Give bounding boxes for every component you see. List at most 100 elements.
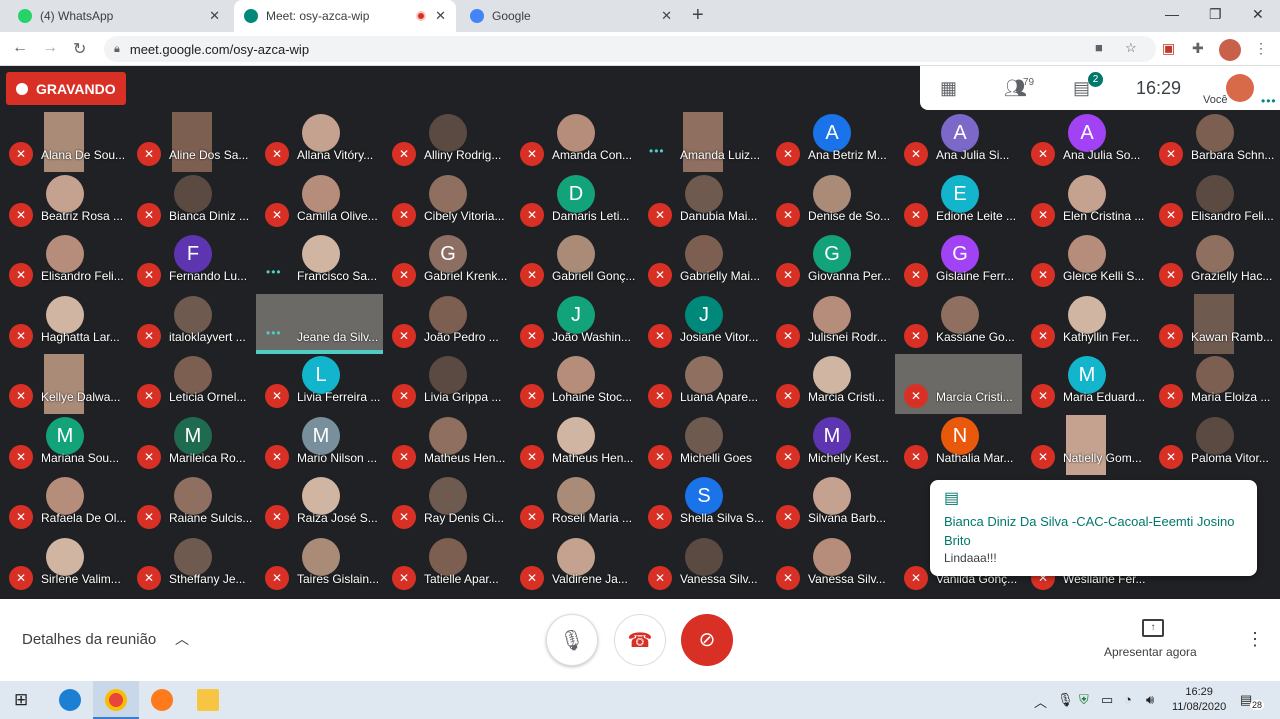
participant-tile[interactable]: ✕ Luana Apare... [639, 354, 766, 414]
participant-tile[interactable]: ✕ Allana Vitóry... [256, 112, 383, 172]
participant-tile[interactable]: M ✕ Mario Nilson ... [256, 415, 383, 475]
windows-start-icon[interactable]: ⊞ [14, 690, 28, 710]
close-tab-icon[interactable]: ✕ [661, 8, 672, 24]
tray-wifi-icon[interactable]: ◔ [1124, 692, 1132, 707]
minimize-button[interactable]: — [1165, 6, 1179, 22]
participant-tile[interactable]: ✕ Sirlene Valim... [0, 536, 127, 596]
participant-tile[interactable]: ✕ Taires Gislain... [256, 536, 383, 596]
address-bar[interactable]: 🔒︎ meet.google.com/osy-azca-wip [104, 36, 1156, 62]
participant-tile[interactable]: ✕ Vanessa Silv... [767, 536, 894, 596]
participant-tile[interactable]: ✕ Denise de So... [767, 173, 894, 233]
participant-tile[interactable]: ✕ Bianca Diniz ... [128, 173, 255, 233]
participant-tile[interactable]: ✕ Kassiane Go... [895, 294, 1022, 354]
participant-tile[interactable]: ••• Francisco Sa... [256, 233, 383, 293]
participant-tile[interactable]: G ✕ Giovanna Per... [767, 233, 894, 293]
participant-tile[interactable]: ✕ Matheus Hen... [511, 415, 638, 475]
extensions-icon[interactable]: ✚ [1192, 40, 1204, 57]
participant-tile[interactable]: ✕ Beatriz Rosa ... [0, 173, 127, 233]
close-window-button[interactable]: ✕ [1252, 6, 1264, 23]
participant-tile[interactable]: F ✕ Fernando Lu... [128, 233, 255, 293]
participant-tile[interactable]: M ✕ Michelly Kest... [767, 415, 894, 475]
tab-google[interactable]: Google ✕ [460, 0, 682, 32]
participant-tile[interactable]: ✕ Julisnei Rodr... [767, 294, 894, 354]
participant-tile[interactable]: ✕ Raiane Sulcis... [128, 475, 255, 535]
participant-tile[interactable]: ✕ Barbara Schn... [1150, 112, 1277, 172]
tray-volume-icon[interactable]: 🔊︎ [1146, 692, 1154, 708]
participant-tile[interactable]: ✕ Marcia Cristi... [895, 354, 1022, 414]
participant-tile[interactable]: A ✕ Ana Julia So... [1022, 112, 1149, 172]
participant-tile[interactable]: ✕ Stheffany Je... [128, 536, 255, 596]
new-tab-button[interactable]: + [692, 4, 704, 27]
participant-tile[interactable]: ✕ Kawan Ramb... [1150, 294, 1277, 354]
participant-tile[interactable]: L ✕ Livia Ferreira ... [256, 354, 383, 414]
participant-tile[interactable]: ✕ Grazielly Hac... [1150, 233, 1277, 293]
present-screen-icon[interactable]: ↑ [1142, 619, 1164, 637]
more-options-icon[interactable]: ⋮ [1246, 629, 1264, 650]
participant-tile[interactable]: ✕ Cibely Vitoria... [383, 173, 510, 233]
tab-meet[interactable]: Meet: osy-azca-wip ✕ [234, 0, 456, 32]
grid-layout-icon[interactable]: ▦ [940, 78, 957, 99]
participant-tile[interactable]: ✕ Kellye Dalwa... [0, 354, 127, 414]
tray-chevron-icon[interactable]: ︿ [1034, 692, 1047, 711]
maximize-button[interactable]: ❐ [1209, 6, 1222, 23]
participant-tile[interactable]: ✕ Maria Eloiza ... [1150, 354, 1277, 414]
participant-tile[interactable]: ✕ Aline Dos Sa... [128, 112, 255, 172]
participant-tile[interactable]: D ✕ Damaris Leti... [511, 173, 638, 233]
tray-mic-icon[interactable]: 🎙︎ [1057, 692, 1074, 708]
participant-tile[interactable]: ✕ Valdirene Ja... [511, 536, 638, 596]
participant-tile[interactable]: ✕ Ray Denis Ci... [383, 475, 510, 535]
chat-notification[interactable]: ▤ Bianca Diniz Da Silva -CAC-Cacoal-Eeem… [930, 480, 1257, 576]
participant-tile[interactable]: G ✕ Gabriel Krenk... [383, 233, 510, 293]
participant-tile[interactable]: N ✕ Nathalia Mar... [895, 415, 1022, 475]
participant-tile[interactable]: ✕ Roseli Maria ... [511, 475, 638, 535]
present-now-label[interactable]: Apresentar agora [1104, 645, 1197, 659]
participant-tile[interactable]: ✕ Amanda Con... [511, 112, 638, 172]
participant-tile[interactable]: ••• Amanda Luiz... [639, 112, 766, 172]
participant-tile[interactable]: ✕ Kathyllin Fer... [1022, 294, 1149, 354]
participant-tile[interactable]: A ✕ Ana Julia Si... [895, 112, 1022, 172]
participant-tile[interactable]: ✕ italoklayvert ... [128, 294, 255, 354]
participant-tile[interactable]: J ✕ João Washin... [511, 294, 638, 354]
participant-tile[interactable]: ✕ Gabrielly Mai... [639, 233, 766, 293]
reload-button[interactable]: ↻ [73, 39, 86, 59]
profile-avatar[interactable] [1219, 39, 1241, 61]
meeting-details-button[interactable]: Detalhes da reunião [22, 631, 156, 648]
pdf-extension-icon[interactable]: ▣ [1162, 40, 1175, 57]
participant-tile[interactable]: ✕ Elisandro Feli... [0, 233, 127, 293]
hang-up-button[interactable]: ☎ [614, 614, 666, 666]
participant-tile[interactable]: ✕ Paloma Vitor... [1150, 415, 1277, 475]
participant-tile[interactable]: ✕ Tatielle Apar... [383, 536, 510, 596]
participant-tile[interactable]: M ✕ Mariana Sou... [0, 415, 127, 475]
participant-tile[interactable]: E ✕ Edione Leite ... [895, 173, 1022, 233]
browser-menu-icon[interactable]: ⋮ [1254, 40, 1268, 57]
participant-tile[interactable]: ✕ Danubia Mai... [639, 173, 766, 233]
participant-tile[interactable]: ✕ João Pedro ... [383, 294, 510, 354]
camera-off-button[interactable]: ⊘ [681, 614, 733, 666]
participant-tile[interactable]: ✕ Elisandro Feli... [1150, 173, 1277, 233]
close-tab-icon[interactable]: ✕ [209, 8, 220, 24]
participant-tile[interactable]: ✕ Lohaine Stoc... [511, 354, 638, 414]
participant-tile[interactable]: J ✕ Josiane Vitor... [639, 294, 766, 354]
participant-tile[interactable]: ✕ Matheus Hen... [383, 415, 510, 475]
taskbar-clock[interactable]: 16:29 11/08/2020 [1172, 685, 1226, 715]
edge-icon[interactable] [59, 689, 81, 711]
participant-tile[interactable]: ✕ Rafaela De Ol... [0, 475, 127, 535]
participant-tile[interactable]: ✕ Natielly Gom... [1022, 415, 1149, 475]
tab-whatsapp[interactable]: (4) WhatsApp ✕ [8, 0, 230, 32]
participant-tile[interactable]: ✕ Gabriell Gonç... [511, 233, 638, 293]
participant-tile[interactable]: ✕ Alana De Sou... [0, 112, 127, 172]
back-button[interactable]: ← [12, 39, 28, 57]
tray-shield-icon[interactable]: ⛨ [1079, 692, 1089, 708]
participant-tile[interactable]: ✕ Marcia Cristi... [767, 354, 894, 414]
participant-tile[interactable]: ✕ Camilla Olive... [256, 173, 383, 233]
participant-tile[interactable]: ✕ Livia Grippa ... [383, 354, 510, 414]
camera-icon[interactable]: ■ [1095, 40, 1103, 55]
participant-tile[interactable]: ✕ Michelli Goes [639, 415, 766, 475]
participant-tile[interactable]: ✕ Alliny Rodrig... [383, 112, 510, 172]
participant-tile[interactable]: ••• Jeane da Silv... [256, 294, 383, 354]
forward-button[interactable]: → [42, 39, 58, 57]
chrome-icon[interactable] [105, 689, 127, 711]
firefox-icon[interactable] [151, 689, 173, 711]
close-tab-icon[interactable]: ✕ [435, 8, 446, 24]
participant-tile[interactable]: ✕ Leticia Ornel... [128, 354, 255, 414]
